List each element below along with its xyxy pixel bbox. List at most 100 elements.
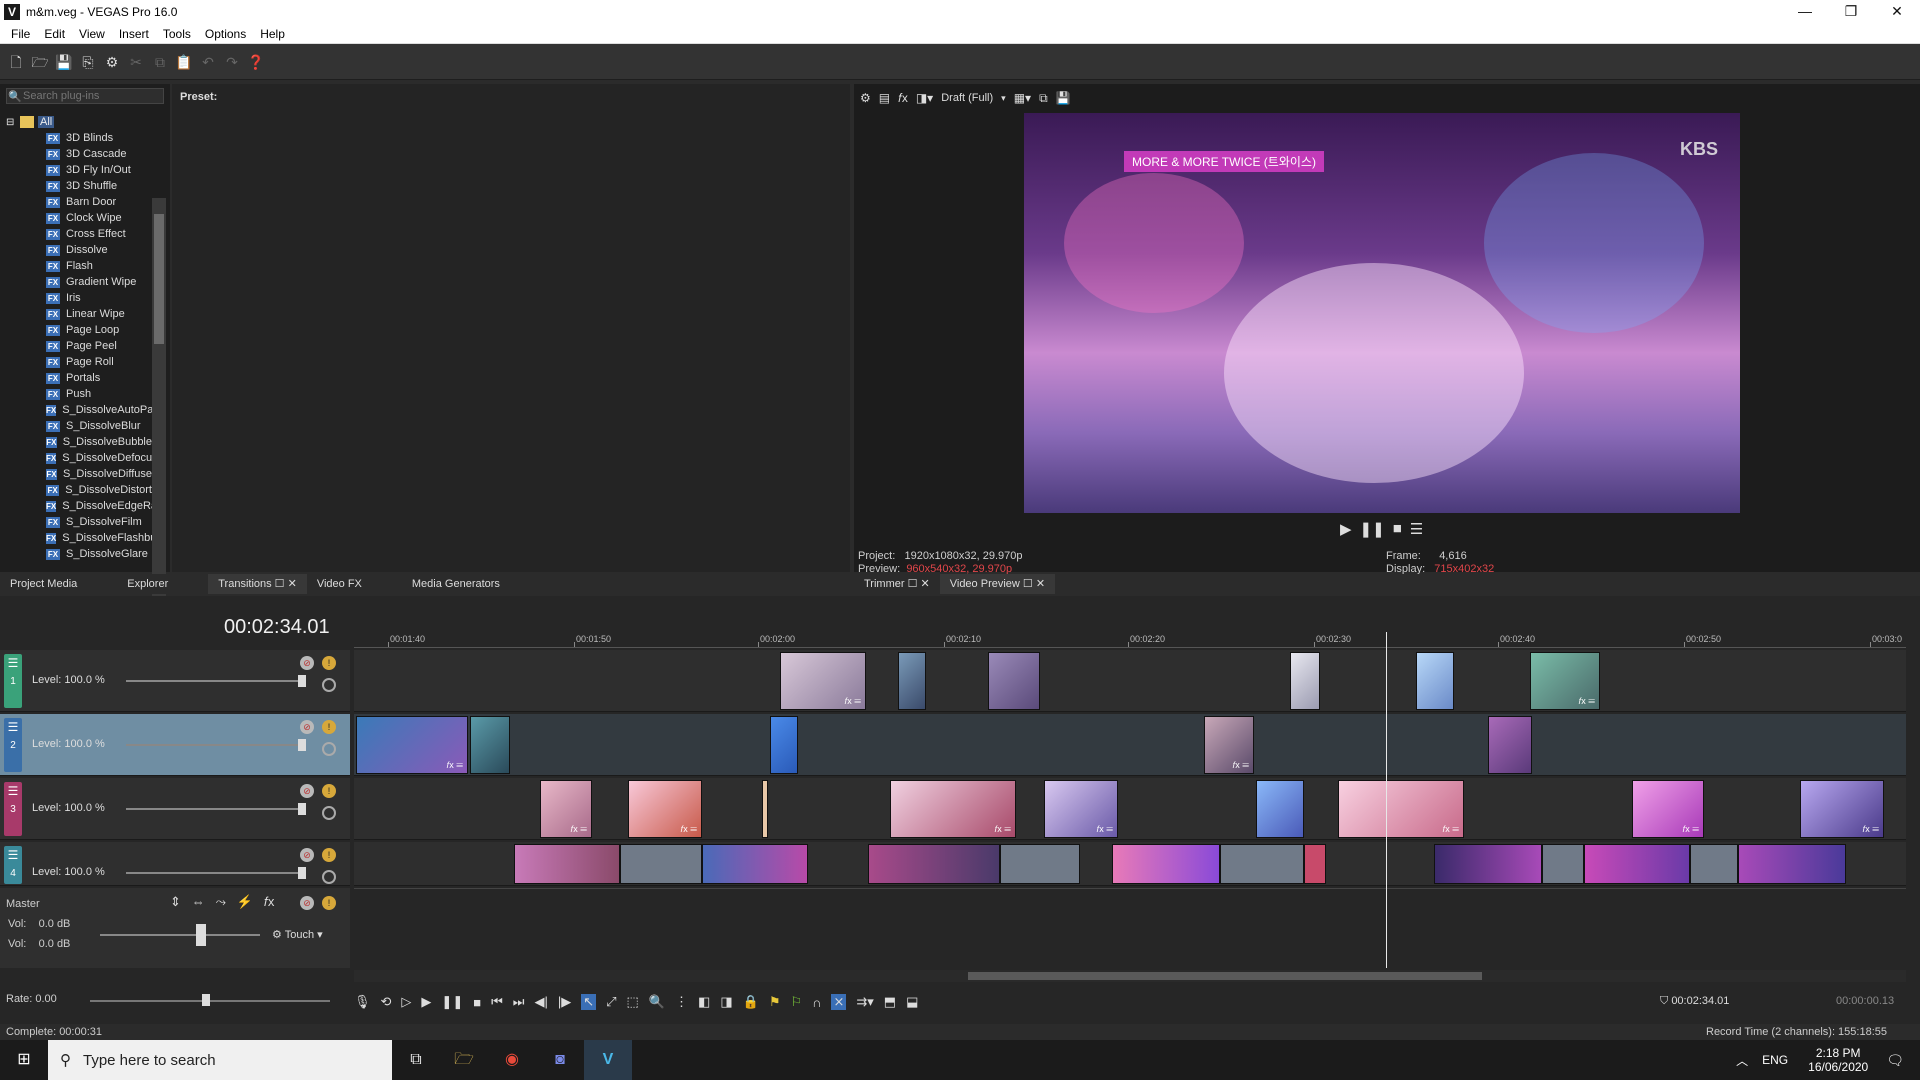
video-clip[interactable]	[1220, 844, 1304, 884]
video-clip[interactable]	[1542, 844, 1584, 884]
video-clip[interactable]	[988, 652, 1040, 710]
menu-file[interactable]: File	[4, 27, 37, 41]
preview-quality-select[interactable]: Draft (Full)	[941, 92, 993, 104]
tab-video-preview[interactable]: Video Preview ☐ ✕	[939, 574, 1056, 594]
track-menu-icon[interactable]: ☰	[4, 720, 22, 734]
rate-slider[interactable]	[90, 994, 330, 1006]
clip-fx-icon[interactable]: 𝑓x ☰	[844, 696, 861, 707]
render-icon[interactable]: ⎘	[78, 52, 98, 72]
video-clip[interactable]	[1434, 844, 1542, 884]
properties-gear-icon[interactable]: ⚙	[102, 52, 122, 72]
preview-device-icon[interactable]: ▤	[879, 91, 890, 105]
plugin-item[interactable]: FX S_DissolveEdgeRa	[6, 498, 152, 514]
track-number-3[interactable]: ☰ 3	[4, 782, 22, 836]
video-clip[interactable]	[1738, 844, 1846, 884]
video-clip[interactable]: 𝑓x ☰	[356, 716, 468, 774]
plugin-search-input[interactable]	[23, 90, 153, 102]
video-clip[interactable]	[1290, 652, 1320, 710]
track-lane-1[interactable]: 𝑓x ☰ 𝑓x ☰	[354, 650, 1906, 712]
video-clip[interactable]	[1416, 652, 1454, 710]
plugin-search[interactable]: 🔍	[6, 88, 164, 104]
time-ruler[interactable]: 00:01:40 00:01:50 00:02:00 00:02:10 00:0…	[354, 632, 1906, 648]
input-language[interactable]: ENG	[1762, 1053, 1788, 1067]
chrome-icon[interactable]: ◉	[488, 1040, 536, 1080]
copy-snapshot-icon[interactable]: ⧉	[1039, 91, 1048, 106]
copy-icon[interactable]: ⧉	[150, 52, 170, 72]
zoom-tool-icon[interactable]: 🔍	[649, 994, 665, 1010]
plugin-item[interactable]: FX Iris	[6, 290, 152, 306]
ignore-grouping-icon[interactable]: ⬓	[906, 994, 918, 1010]
scroll-thumb[interactable]	[154, 214, 164, 344]
marker-icon[interactable]: ⚑	[769, 994, 781, 1010]
mute-icon[interactable]: ⊘	[300, 656, 314, 670]
timeline-horizontal-scrollbar[interactable]	[354, 970, 1906, 982]
menu-help[interactable]: Help	[253, 27, 292, 41]
clip-fx-icon[interactable]: 𝑓x ☰	[1232, 760, 1249, 771]
maximize-button[interactable]: ❐	[1828, 0, 1874, 24]
record-icon[interactable]: 🎙	[354, 994, 371, 1010]
plugin-item[interactable]: FX S_DissolveBlur	[6, 418, 152, 434]
clip-fx-icon[interactable]: 𝑓x ☰	[994, 824, 1011, 835]
play-icon[interactable]: ▶	[421, 994, 431, 1010]
insert-track-icon[interactable]: ⇕	[170, 894, 181, 909]
cut-icon[interactable]: ✂	[126, 52, 146, 72]
next-frame-icon[interactable]: |▶	[558, 994, 571, 1010]
solo-icon[interactable]: !	[322, 720, 336, 734]
track-lane-4[interactable]	[354, 842, 1906, 886]
video-clip[interactable]	[1584, 844, 1690, 884]
video-clip[interactable]: 𝑓x ☰	[890, 780, 1016, 838]
stop-icon[interactable]: ■	[473, 995, 481, 1010]
track-menu-icon[interactable]: ☰	[4, 784, 22, 798]
plugin-item[interactable]: FX S_DissolveFlashbu	[6, 530, 152, 546]
lock-icon[interactable]: 🔒	[743, 994, 759, 1010]
clip-fx-icon[interactable]: 𝑓x ☰	[1862, 824, 1879, 835]
menu-insert[interactable]: Insert	[112, 27, 156, 41]
video-clip[interactable]: 𝑓x ☰	[1338, 780, 1464, 838]
video-clip[interactable]	[1304, 844, 1326, 884]
slider-knob[interactable]	[298, 867, 306, 879]
clip-fx-icon[interactable]: 𝑓x ☰	[446, 760, 463, 771]
undo-icon[interactable]: ↶	[198, 52, 218, 72]
close-button[interactable]: ✕	[1874, 0, 1920, 24]
solo-icon[interactable]: !	[322, 784, 336, 798]
track-level-slider[interactable]	[126, 803, 306, 815]
slider-knob[interactable]	[298, 739, 306, 751]
task-view-icon[interactable]: ⧉	[392, 1040, 440, 1080]
lock-envelopes-icon[interactable]: ⬒	[884, 994, 896, 1010]
video-clip[interactable]: 𝑓x ☰	[540, 780, 592, 838]
tab-trimmer[interactable]: Trimmer ☐ ✕	[854, 574, 940, 594]
snapping-icon[interactable]: ∩	[812, 995, 821, 1010]
video-clip[interactable]	[770, 716, 798, 774]
automation-mode[interactable]: ⚙ Touch ▾	[272, 928, 323, 941]
open-folder-icon[interactable]: 🗁	[30, 52, 50, 72]
video-clip[interactable]: 𝑓x ☰	[1044, 780, 1118, 838]
pause-icon[interactable]: ❚❚	[1360, 520, 1385, 538]
rate-slider-knob[interactable]	[202, 994, 210, 1006]
overlays-grid-icon[interactable]: ▦▾	[1014, 91, 1031, 105]
minimize-button[interactable]: —	[1782, 0, 1828, 24]
split-screen-icon[interactable]: ◨▾	[916, 91, 933, 105]
video-clip[interactable]: 𝑓x ☰	[628, 780, 702, 838]
tab-video-fx[interactable]: Video FX	[307, 574, 372, 594]
plugin-item[interactable]: FX Portals	[6, 370, 152, 386]
menu-view[interactable]: View	[72, 27, 112, 41]
plugin-item[interactable]: FX Gradient Wipe	[6, 274, 152, 290]
solo-icon[interactable]: !	[322, 848, 336, 862]
video-clip[interactable]	[470, 716, 510, 774]
plugin-item[interactable]: FX 3D Fly In/Out	[6, 162, 152, 178]
video-clip[interactable]	[1112, 844, 1220, 884]
plugin-item[interactable]: FX S_DissolveBubble	[6, 434, 152, 450]
plugin-item[interactable]: FX Linear Wipe	[6, 306, 152, 322]
go-to-end-icon[interactable]: ⏭	[513, 994, 525, 1010]
taskbar-search[interactable]: ⚲ Type here to search	[48, 1040, 392, 1080]
track-lane-2[interactable]: 𝑓x ☰ 𝑓x ☰	[354, 714, 1906, 776]
track-level-slider[interactable]	[126, 867, 306, 879]
new-file-icon[interactable]: 🗋	[6, 52, 26, 72]
plugin-item[interactable]: FX S_DissolveDistort	[6, 482, 152, 498]
vegas-taskbar-icon[interactable]: V	[584, 1040, 632, 1080]
plugin-item[interactable]: FX Page Peel	[6, 338, 152, 354]
slider-knob[interactable]	[298, 803, 306, 815]
menu-options[interactable]: Options	[198, 27, 253, 41]
auto-crossfade-icon[interactable]: ⨯	[831, 994, 847, 1010]
save-icon[interactable]: 💾	[54, 52, 74, 72]
